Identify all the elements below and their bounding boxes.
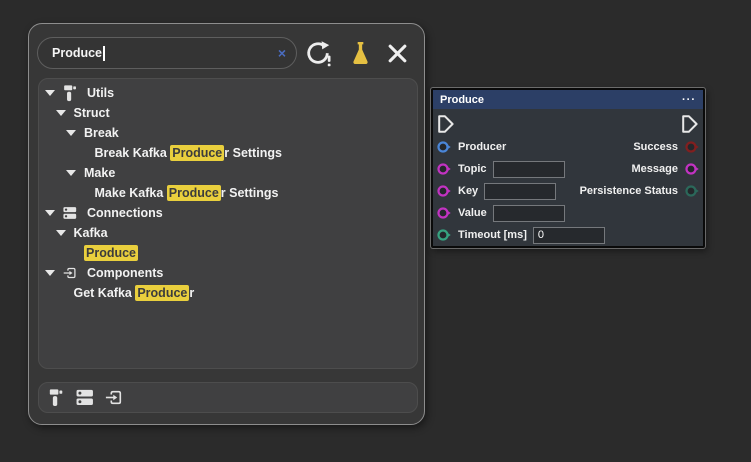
- chevron-down-icon[interactable]: [56, 110, 66, 116]
- port-label: Key: [458, 185, 478, 197]
- input-port-icon[interactable]: [437, 184, 451, 198]
- port-label: Producer: [458, 141, 506, 153]
- chevron-down-icon[interactable]: [66, 170, 76, 176]
- node-editor-canvas[interactable]: Produce × Utils: [0, 0, 751, 462]
- text-cursor: [103, 46, 105, 61]
- node-search-panel: Produce × Utils: [28, 23, 425, 425]
- tree-item-label: Kafka: [74, 226, 108, 240]
- connections-icon[interactable]: [74, 387, 96, 409]
- port-value-field[interactable]: [493, 161, 565, 178]
- node-output-rows: Success Message Persistence Status: [580, 136, 701, 202]
- port-label: Timeout [ms]: [458, 229, 527, 241]
- port-label: Message: [632, 163, 678, 175]
- search-match-highlight: Produce: [135, 285, 189, 301]
- close-icon: [386, 42, 409, 65]
- tree-item-label: Utils: [87, 86, 114, 100]
- tree-item-label: Break: [84, 126, 119, 140]
- node-output-row: Persistence Status: [580, 180, 701, 202]
- refresh-icon: [305, 40, 332, 67]
- exec-out-port[interactable]: [682, 115, 698, 133]
- tree-item-label: Break Kafka Producer Settings: [95, 146, 282, 160]
- node-menu-button[interactable]: ···: [682, 96, 696, 104]
- produce-node[interactable]: Produce ··· Producer Topic: [431, 88, 705, 248]
- refresh-button[interactable]: [303, 38, 333, 68]
- port-value-field[interactable]: [533, 227, 605, 244]
- search-match-highlight: Produce: [84, 245, 138, 261]
- port-value-field[interactable]: [484, 183, 556, 200]
- output-port-icon[interactable]: [685, 162, 699, 176]
- output-port-icon[interactable]: [685, 184, 699, 198]
- search-match-highlight: Produce: [167, 185, 221, 201]
- chevron-down-icon[interactable]: [45, 270, 55, 276]
- input-port-icon[interactable]: [437, 206, 451, 220]
- filter-button[interactable]: [347, 40, 374, 67]
- connections-icon: [63, 204, 87, 222]
- tree-item-label: Make: [84, 166, 115, 180]
- node-title-bar[interactable]: Produce ···: [433, 90, 703, 109]
- input-port-icon[interactable]: [437, 228, 451, 242]
- node-output-row: Message: [580, 158, 701, 180]
- node-title: Produce: [440, 94, 484, 106]
- tree-item-label: Struct: [74, 106, 110, 120]
- node-input-row: Timeout [ms]: [433, 224, 703, 246]
- port-label: Success: [633, 141, 678, 153]
- search-results-tree: Utils Struct Break Break Kafka Producer …: [38, 78, 418, 369]
- output-port-icon[interactable]: [685, 140, 699, 154]
- tree-row[interactable]: Break: [66, 123, 417, 143]
- tree-item-label: Get Kafka Producer: [74, 286, 195, 300]
- tree-row[interactable]: Make: [66, 163, 417, 183]
- category-toolbar: [38, 382, 418, 413]
- node-input-row: Value: [433, 202, 703, 224]
- utils-icon[interactable]: [45, 387, 67, 409]
- input-port-icon[interactable]: [437, 162, 451, 176]
- port-label: Value: [458, 207, 487, 219]
- tree-row[interactable]: Produce: [66, 243, 417, 263]
- tree-item-label: Components: [87, 266, 163, 280]
- tree-item-label: Connections: [87, 206, 163, 220]
- close-panel-button[interactable]: [384, 40, 411, 67]
- search-match-highlight: Produce: [170, 145, 224, 161]
- port-label: Persistence Status: [580, 185, 678, 197]
- port-label: Topic: [458, 163, 487, 175]
- exec-in-port[interactable]: [438, 115, 454, 133]
- chevron-down-icon[interactable]: [56, 230, 66, 236]
- clear-search-icon[interactable]: ×: [278, 46, 286, 60]
- search-input-value: Produce: [52, 46, 102, 60]
- utils-icon: [63, 84, 87, 102]
- tree-row[interactable]: Utils: [45, 83, 417, 103]
- flask-icon: [349, 41, 372, 66]
- chevron-down-icon[interactable]: [45, 90, 55, 96]
- components-icon[interactable]: [103, 387, 125, 409]
- node-output-row: Success: [580, 136, 701, 158]
- node-body: Producer Topic Key Value Timeout [ms]: [433, 109, 703, 246]
- tree-row[interactable]: Components: [45, 263, 417, 283]
- tree-row[interactable]: Kafka: [56, 223, 418, 243]
- tree-row[interactable]: Break Kafka Producer Settings: [77, 143, 418, 163]
- components-icon: [63, 264, 87, 282]
- search-input[interactable]: Produce ×: [37, 37, 297, 69]
- tree-item-label: Produce: [84, 246, 138, 260]
- tree-row[interactable]: Connections: [45, 203, 417, 223]
- tree-row[interactable]: Get Kafka Producer: [56, 283, 418, 303]
- tree-row[interactable]: Make Kafka Producer Settings: [77, 183, 418, 203]
- tree-row[interactable]: Struct: [56, 103, 418, 123]
- port-value-field[interactable]: [493, 205, 565, 222]
- chevron-down-icon[interactable]: [66, 130, 76, 136]
- chevron-down-icon[interactable]: [45, 210, 55, 216]
- tree-item-label: Make Kafka Producer Settings: [95, 186, 279, 200]
- input-port-icon[interactable]: [437, 140, 451, 154]
